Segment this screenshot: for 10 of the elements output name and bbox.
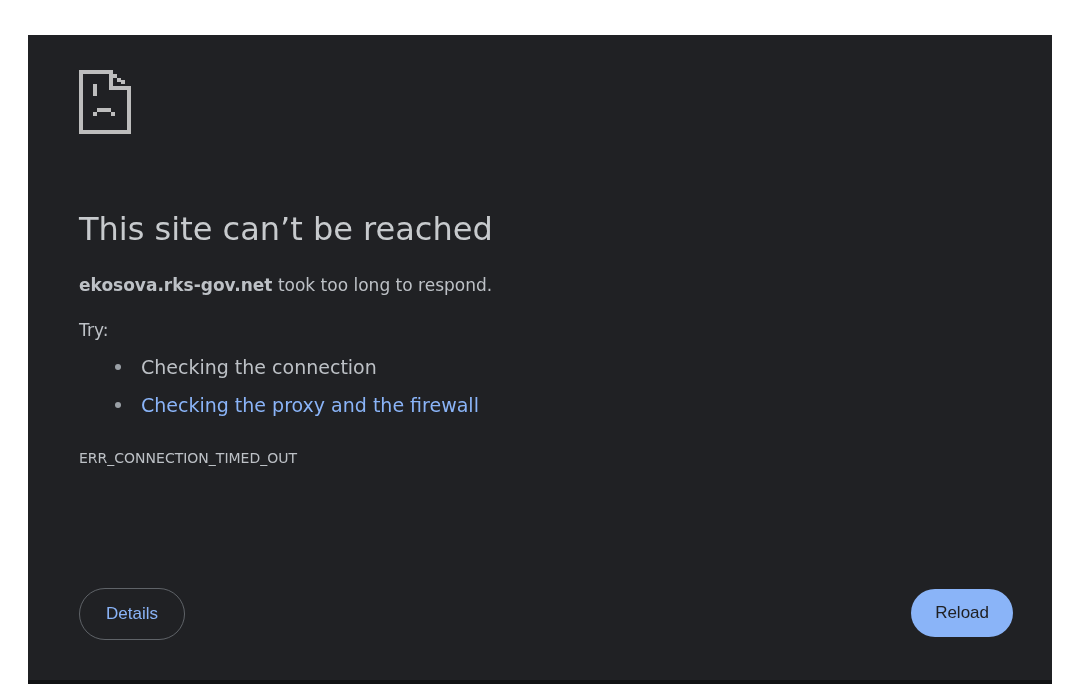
bullet-icon <box>115 402 121 409</box>
error-message: ekosova.rks-gov.net took too long to respond. <box>79 274 493 298</box>
error-code: ERR_CONNECTION_TIMED_OUT <box>79 450 298 467</box>
bullet-icon <box>115 364 121 371</box>
suggestion-text: Checking the connection <box>141 356 377 379</box>
error-title: This site can’t be reached <box>79 210 494 249</box>
try-label: Try: <box>79 320 109 341</box>
reload-button[interactable]: Reload <box>911 589 1013 637</box>
sad-document-icon <box>79 70 131 134</box>
suggestion-link[interactable]: Checking the proxy and the firewall <box>141 394 479 417</box>
